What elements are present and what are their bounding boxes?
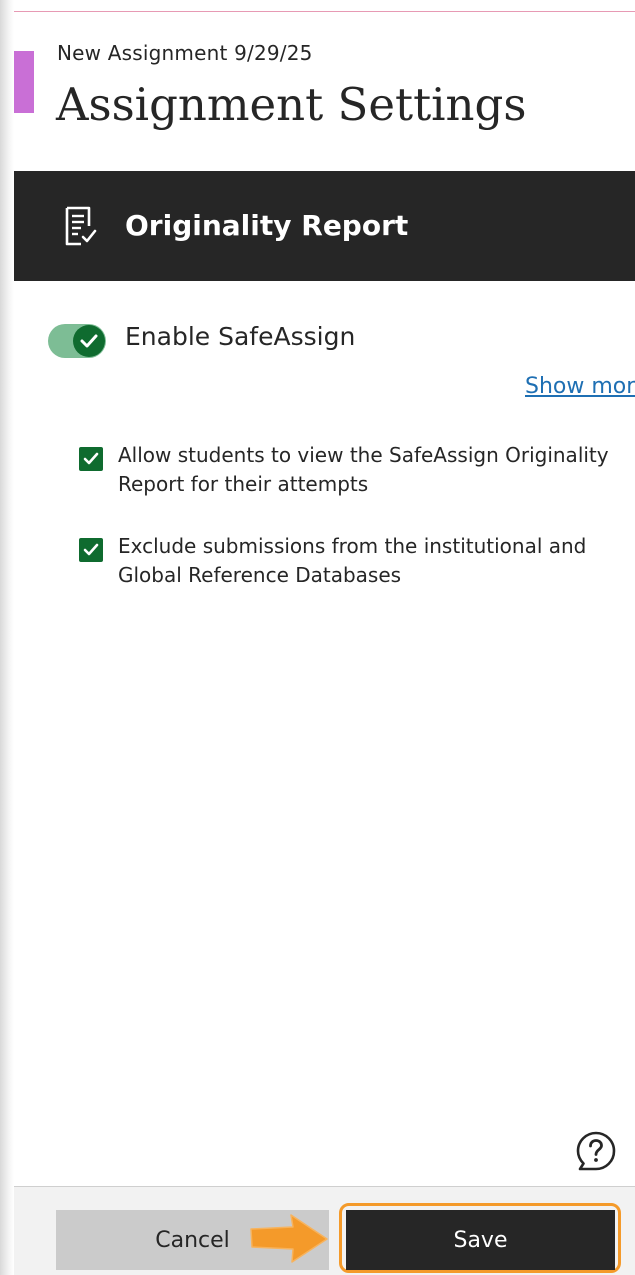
panel-shadow bbox=[0, 0, 14, 1275]
safeassign-toggle[interactable] bbox=[48, 324, 106, 358]
exclude-submissions-label: Exclude submissions from the institution… bbox=[118, 534, 587, 587]
show-more-link[interactable]: Show more bbox=[525, 374, 635, 399]
originality-report-header: Originality Report bbox=[14, 171, 635, 281]
document-checklist-icon bbox=[59, 204, 103, 248]
page-title: Assignment Settings bbox=[56, 78, 527, 131]
help-question-icon[interactable] bbox=[575, 1130, 617, 1172]
assignment-settings-panel: New Assignment 9/29/25 Assignment Settin… bbox=[0, 0, 635, 1275]
accent-tab bbox=[14, 51, 34, 113]
checkmark-icon bbox=[83, 543, 99, 556]
breadcrumb: New Assignment 9/29/25 bbox=[57, 41, 313, 65]
allow-view-report-label: Allow students to view the SafeAssign Or… bbox=[118, 443, 609, 496]
exclude-submissions-checkbox[interactable] bbox=[79, 538, 103, 562]
allow-view-report-checkbox[interactable] bbox=[79, 447, 103, 471]
checkmark-icon bbox=[83, 452, 99, 465]
top-border bbox=[14, 11, 635, 12]
checkmark-icon bbox=[80, 334, 98, 348]
section-title: Originality Report bbox=[125, 209, 409, 242]
toggle-knob bbox=[73, 325, 105, 357]
arrow-right-icon bbox=[249, 1212, 329, 1264]
safeassign-toggle-label: Enable SafeAssign bbox=[125, 322, 356, 351]
save-button[interactable]: Save bbox=[346, 1210, 615, 1270]
